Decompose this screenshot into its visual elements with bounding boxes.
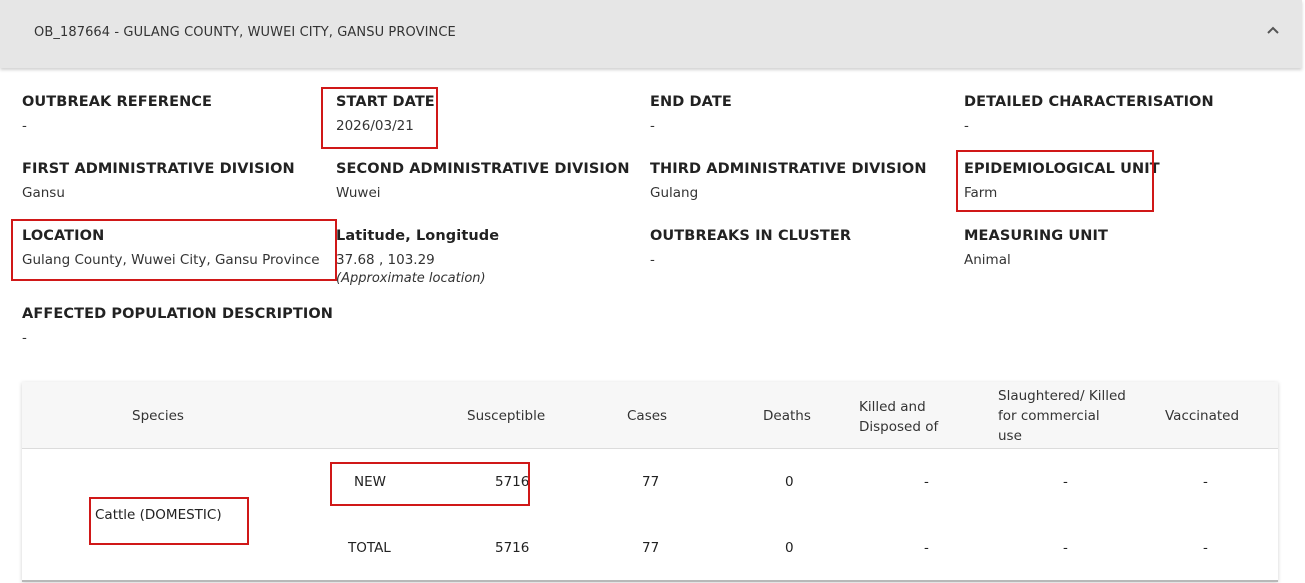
highlight-box-epi-unit: [956, 150, 1154, 212]
field-affected-population: AFFECTED POPULATION DESCRIPTION -: [22, 306, 333, 346]
highlight-box-new-susceptible: [330, 462, 530, 506]
col-slaughtered-line2: for commercial: [998, 408, 1100, 424]
field-label: END DATE: [650, 94, 732, 110]
highlight-box-location: [11, 219, 337, 281]
field-value: Animal: [964, 252, 1011, 268]
table-bottom-border: [22, 580, 1278, 582]
field-outbreak-reference: OUTBREAK REFERENCE -: [22, 94, 212, 134]
col-deaths: Deaths: [763, 408, 811, 424]
field-label: OUTBREAK REFERENCE: [22, 94, 213, 110]
field-label: FIRST ADMINISTRATIVE DIVISION: [22, 161, 295, 177]
col-slaughtered: Slaughtered/ Killed for commercial use: [998, 386, 1126, 446]
field-value: -: [650, 118, 655, 134]
cell-cases: 77: [642, 474, 660, 490]
field-lat-long: Latitude, Longitude 37.68 , 103.29 (Appr…: [336, 228, 499, 286]
col-vaccinated: Vaccinated: [1165, 408, 1240, 424]
outbreak-header[interactable]: OB_187664 - GULANG COUNTY, WUWEI CITY, G…: [0, 0, 1302, 68]
col-cases: Cases: [627, 408, 668, 424]
cell-deaths: 0: [785, 540, 794, 556]
chevron-up-icon[interactable]: [1264, 22, 1282, 40]
highlight-box-start-date: [321, 87, 438, 149]
field-outbreaks-in-cluster: OUTBREAKS IN CLUSTER -: [650, 228, 851, 268]
cell-slaughtered: -: [1063, 474, 1068, 490]
field-value: -: [22, 330, 27, 346]
cell-vaccinated: -: [1203, 474, 1208, 490]
cell-cases: 77: [642, 540, 660, 556]
field-end-date: END DATE -: [650, 94, 732, 134]
cell-deaths: 0: [785, 474, 794, 490]
field-value: Gulang: [650, 185, 699, 201]
cell-susceptible: 5716: [495, 540, 530, 556]
field-label: AFFECTED POPULATION DESCRIPTION: [22, 306, 334, 322]
col-susceptible: Susceptible: [467, 408, 546, 424]
col-slaughtered-line1: Slaughtered/ Killed: [998, 388, 1126, 404]
col-killed-line2: Disposed of: [859, 419, 939, 435]
field-label: Latitude, Longitude: [336, 228, 500, 244]
approximate-location-note: (Approximate location): [336, 271, 486, 286]
highlight-box-species: [89, 497, 249, 545]
field-detailed-characterisation: DETAILED CHARACTERISATION -: [964, 94, 1214, 134]
field-first-admin-division: FIRST ADMINISTRATIVE DIVISION Gansu: [22, 161, 295, 201]
field-label: DETAILED CHARACTERISATION: [964, 94, 1214, 110]
field-value: Wuwei: [336, 185, 381, 201]
cell-killed: -: [924, 474, 929, 490]
field-third-admin-division: THIRD ADMINISTRATIVE DIVISION Gulang: [650, 161, 927, 201]
field-label: SECOND ADMINISTRATIVE DIVISION: [336, 161, 630, 177]
col-killed-line1: Killed and: [859, 399, 926, 415]
field-value: 37.68 , 103.29: [336, 252, 435, 268]
cell-slaughtered: -: [1063, 540, 1068, 556]
cell-killed: -: [924, 540, 929, 556]
col-killed-disposed: Killed and Disposed of: [859, 397, 938, 437]
field-value: -: [22, 118, 27, 134]
cell-vaccinated: -: [1203, 540, 1208, 556]
col-species: Species: [132, 408, 184, 424]
field-label: MEASURING UNIT: [964, 228, 1109, 244]
field-value: Gansu: [22, 185, 65, 201]
field-value: -: [964, 118, 969, 134]
outbreak-title: OB_187664 - GULANG COUNTY, WUWEI CITY, G…: [34, 25, 456, 40]
field-label: OUTBREAKS IN CLUSTER: [650, 228, 852, 244]
field-second-admin-division: SECOND ADMINISTRATIVE DIVISION Wuwei: [336, 161, 630, 201]
row-type-total: TOTAL: [348, 540, 391, 556]
field-label: THIRD ADMINISTRATIVE DIVISION: [650, 161, 927, 177]
table-header: Species Susceptible Cases Deaths Killed …: [22, 382, 1278, 449]
field-value: -: [650, 252, 655, 268]
species-table: Species Susceptible Cases Deaths Killed …: [22, 382, 1278, 582]
field-measuring-unit: MEASURING UNIT Animal: [964, 228, 1108, 268]
col-slaughtered-line3: use: [998, 428, 1022, 444]
